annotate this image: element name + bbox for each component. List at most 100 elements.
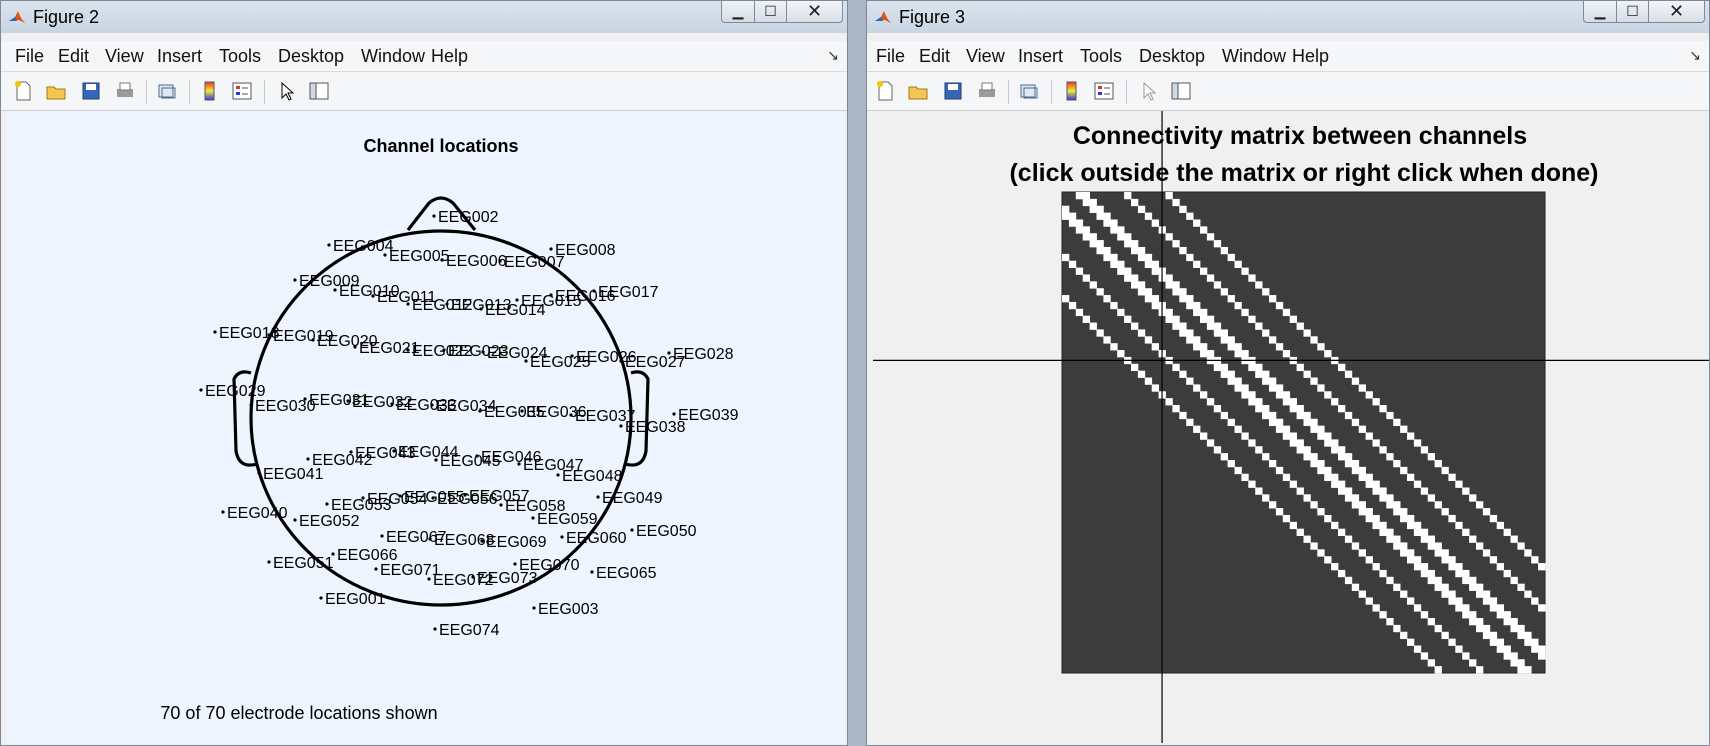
matrix-cell[interactable] bbox=[1234, 384, 1242, 392]
matrix-cell[interactable] bbox=[1110, 219, 1118, 227]
matrix-cell[interactable] bbox=[1531, 597, 1539, 605]
matrix-cell[interactable] bbox=[1227, 343, 1235, 351]
electrode-dot[interactable] bbox=[570, 354, 574, 358]
matrix-cell[interactable] bbox=[1179, 205, 1187, 214]
matrix-cell[interactable] bbox=[1172, 322, 1180, 330]
matrix-cell[interactable] bbox=[1062, 212, 1070, 220]
matrix-cell[interactable] bbox=[1131, 363, 1139, 372]
matrix-cell[interactable] bbox=[1386, 535, 1394, 543]
matrix-cell[interactable] bbox=[1193, 425, 1201, 433]
matrix-cell[interactable] bbox=[1351, 494, 1360, 502]
matrix-cell[interactable] bbox=[1255, 487, 1263, 495]
matrix-cell[interactable] bbox=[1262, 370, 1270, 378]
electrode-dot[interactable] bbox=[531, 516, 535, 520]
matrix-cell[interactable] bbox=[1131, 274, 1139, 282]
title-bar[interactable]: Figure 2 ▁ ☐ ✕ bbox=[1, 1, 847, 33]
matrix-cell[interactable] bbox=[1379, 487, 1387, 495]
electrode-dot[interactable] bbox=[515, 298, 519, 302]
menu-desktop[interactable]: Desktop bbox=[278, 46, 344, 67]
matrix-cell[interactable] bbox=[1303, 329, 1311, 337]
matrix-cell[interactable] bbox=[1262, 494, 1270, 502]
electrode-dot[interactable] bbox=[569, 413, 573, 417]
matrix-cell[interactable] bbox=[1324, 514, 1332, 523]
matrix-cell[interactable] bbox=[1303, 418, 1311, 427]
matrix-cell[interactable] bbox=[1131, 198, 1139, 207]
electrode-dot[interactable] bbox=[481, 350, 485, 354]
matrix-cell[interactable] bbox=[1262, 405, 1270, 413]
matrix-cell[interactable] bbox=[1400, 508, 1408, 516]
matrix-cell[interactable] bbox=[1427, 535, 1435, 543]
matrix-cell[interactable] bbox=[1220, 336, 1228, 344]
matrix-cell[interactable] bbox=[1262, 288, 1270, 296]
matrix-cell[interactable] bbox=[1413, 521, 1422, 530]
electrode-dot[interactable] bbox=[199, 388, 203, 392]
matrix-cell[interactable] bbox=[1303, 453, 1311, 461]
matrix-cell[interactable] bbox=[1413, 480, 1422, 488]
matrix-cell[interactable] bbox=[1227, 295, 1235, 303]
matrix-cell[interactable] bbox=[1379, 528, 1387, 536]
matrix-cell[interactable] bbox=[1275, 343, 1284, 351]
matrix-cell[interactable] bbox=[1413, 439, 1422, 447]
matrix-cell[interactable] bbox=[1241, 473, 1249, 481]
matrix-cell[interactable] bbox=[1317, 549, 1325, 557]
matrix-cell[interactable] bbox=[1427, 494, 1435, 502]
matrix-cell[interactable] bbox=[1448, 638, 1456, 646]
electrode-dot[interactable] bbox=[498, 259, 502, 263]
matrix-cell[interactable] bbox=[1407, 597, 1415, 605]
matrix-cell[interactable] bbox=[1496, 521, 1504, 530]
matrix-cell[interactable] bbox=[1344, 453, 1353, 461]
matrix-cell[interactable] bbox=[1269, 459, 1277, 468]
matrix-cell[interactable] bbox=[1289, 439, 1297, 447]
electrode-dot[interactable] bbox=[306, 457, 310, 461]
matrix-cell[interactable] bbox=[1110, 260, 1118, 268]
matrix-cell[interactable] bbox=[1310, 377, 1318, 385]
matrix-cell[interactable] bbox=[1476, 583, 1484, 591]
matrix-cell[interactable] bbox=[1096, 288, 1104, 296]
matrix-cell[interactable] bbox=[1186, 377, 1194, 385]
matrix-cell[interactable] bbox=[1538, 652, 1546, 660]
matrix-cell[interactable] bbox=[1351, 377, 1360, 385]
matrix-cell[interactable] bbox=[1234, 350, 1242, 358]
matrix-cell[interactable] bbox=[1351, 542, 1360, 550]
matrix-cell[interactable] bbox=[1282, 432, 1291, 440]
matrix-cell[interactable] bbox=[1103, 246, 1111, 255]
matrix-cell[interactable] bbox=[1220, 329, 1228, 337]
electrode-dot[interactable] bbox=[549, 247, 553, 251]
matrix-cell[interactable] bbox=[1248, 439, 1256, 447]
matrix-cell[interactable] bbox=[1496, 611, 1504, 619]
dock-icon[interactable]: ↘ bbox=[827, 47, 839, 64]
matrix-cell[interactable] bbox=[1482, 508, 1491, 516]
matrix-cell[interactable] bbox=[1117, 260, 1125, 268]
electrode-dot[interactable] bbox=[590, 570, 594, 574]
matrix-cell[interactable] bbox=[1269, 336, 1277, 344]
matrix-cell[interactable] bbox=[1372, 398, 1380, 406]
matrix-cell[interactable] bbox=[1317, 343, 1325, 351]
matrix-cell[interactable] bbox=[1227, 377, 1235, 385]
electrode-dot[interactable] bbox=[257, 471, 261, 475]
matrix-cell[interactable] bbox=[1538, 563, 1546, 571]
matrix-cell[interactable] bbox=[1296, 411, 1304, 420]
matrix-cell[interactable] bbox=[1393, 508, 1401, 516]
electrode-dot[interactable] bbox=[517, 462, 521, 466]
matrix-cell[interactable] bbox=[1455, 604, 1463, 612]
matrix-cell[interactable] bbox=[1524, 666, 1532, 674]
electrode-dot[interactable] bbox=[630, 528, 634, 532]
matrix-cell[interactable] bbox=[1062, 253, 1070, 262]
matrix-cell[interactable] bbox=[1193, 343, 1201, 351]
matrix-cell[interactable] bbox=[1075, 267, 1084, 275]
matrix-cell[interactable] bbox=[1269, 501, 1277, 509]
matrix-cell[interactable] bbox=[1200, 391, 1208, 399]
matrix-cell[interactable] bbox=[1427, 659, 1435, 667]
matrix-cell[interactable] bbox=[1476, 501, 1484, 509]
matrix-cell[interactable] bbox=[1144, 295, 1153, 303]
matrix-cell[interactable] bbox=[1441, 466, 1449, 475]
matrix-cell[interactable] bbox=[1462, 528, 1470, 536]
menu-window[interactable]: Window bbox=[1222, 46, 1286, 67]
matrix-cell[interactable] bbox=[1407, 556, 1415, 564]
menu-tools[interactable]: Tools bbox=[219, 46, 261, 67]
matrix-cell[interactable] bbox=[1469, 576, 1477, 585]
matrix-cell[interactable] bbox=[1510, 576, 1518, 585]
matrix-cell[interactable] bbox=[1372, 604, 1380, 612]
close-button[interactable]: ✕ bbox=[787, 1, 843, 23]
matrix-cell[interactable] bbox=[1282, 308, 1291, 317]
